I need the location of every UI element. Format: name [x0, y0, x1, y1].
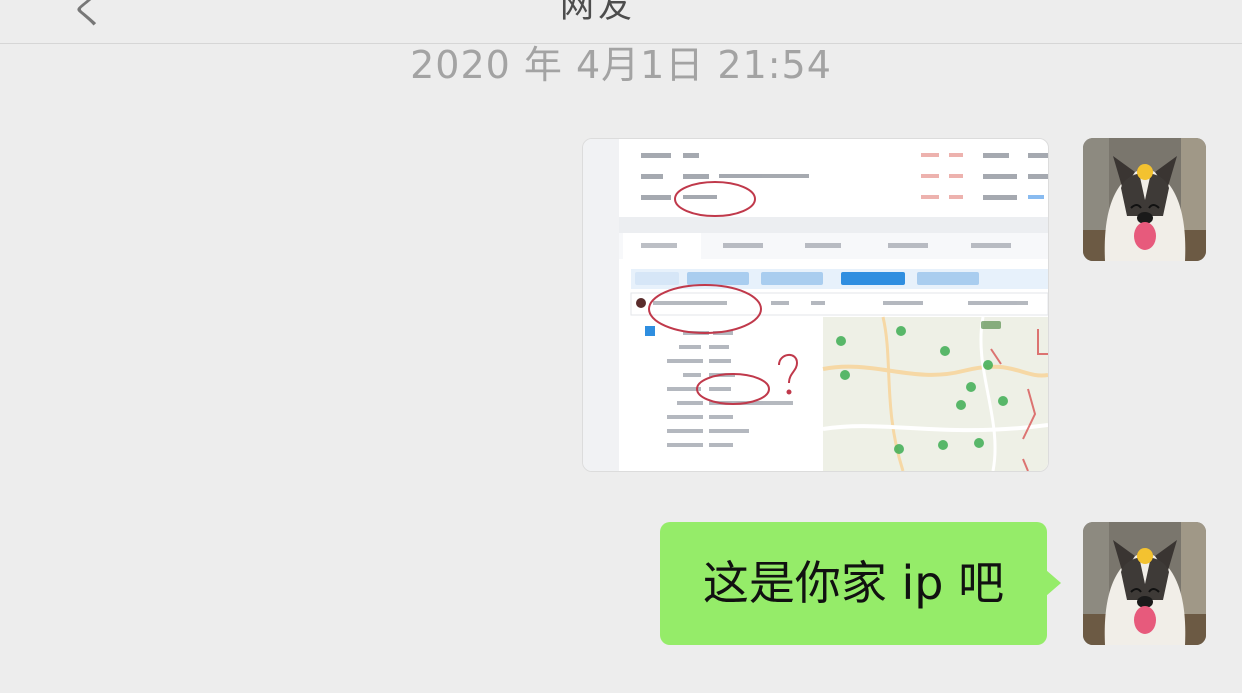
text-message-bubble[interactable]: 这是你家 ip 吧: [660, 522, 1061, 645]
husky-dog-avatar-icon: [1083, 522, 1206, 645]
back-icon[interactable]: く: [70, 0, 106, 34]
husky-dog-avatar-icon: [1083, 138, 1206, 261]
bubble-tail: [1046, 570, 1061, 596]
image-message-bubble[interactable]: [582, 138, 1049, 472]
avatar[interactable]: [1083, 138, 1206, 261]
message-timestamp: 2020 年 4月1日 21:54: [410, 43, 832, 87]
avatar[interactable]: [1083, 522, 1206, 645]
screenshot-thumbnail: [583, 139, 1048, 471]
chat-title: 网友: [560, 0, 636, 26]
message-text: 这是你家 ip 吧: [702, 556, 1005, 610]
